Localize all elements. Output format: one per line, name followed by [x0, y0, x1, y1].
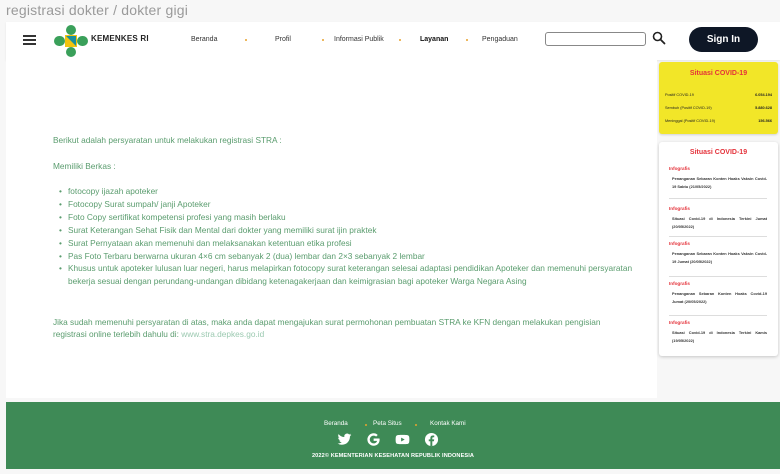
news-category: Infografis	[669, 206, 690, 211]
closing-text: Jika sudah memenuhi persyaratan di atas,…	[53, 316, 633, 340]
footer-separator	[415, 424, 417, 426]
berkas-heading: Memiliki Berkas :	[53, 161, 116, 171]
news-divider	[669, 236, 767, 237]
list-item: Foto Copy sertifikat kompetensi profesi …	[59, 211, 657, 224]
news-headline[interactable]: Penanganan Sebaran Konten Hoaks Vaksin C…	[669, 175, 767, 191]
brand-name: KEMENKES RI	[91, 34, 149, 43]
news-headline[interactable]: Penanganan Sebaran Konten Hoaks Vaksin C…	[669, 250, 767, 266]
footer-link-kontak-kami[interactable]: Kontak Kami	[430, 420, 466, 427]
nav-informasi-publik[interactable]: Informasi Publik	[334, 36, 384, 43]
nav-separator	[399, 39, 401, 41]
list-item: Fotocopy Surat sumpah/ janji Apoteker	[59, 198, 657, 211]
news-category: Infografis	[669, 281, 690, 286]
stat-row: Meninggal (Positif COVID-19) 156.566	[665, 119, 772, 126]
stat-value: 6.054.194	[755, 93, 772, 97]
page-root: registrasi dokter / dokter gigi KEMENKES…	[0, 0, 780, 474]
footer-link-peta-situs[interactable]: Peta Situs	[373, 420, 402, 427]
nav-layanan[interactable]: Layanan	[420, 36, 448, 43]
stat-label: Sembuh (Positif COVID-19)	[665, 106, 712, 110]
covid-news-panel: Situasi COVID-19 Infografis Penanganan S…	[659, 142, 778, 356]
list-item: fotocopy ijazah apoteker	[59, 185, 657, 198]
list-item: Pas Foto Terbaru berwarna ukuran 4×6 cm …	[59, 250, 657, 263]
stat-label: Positif COVID-19	[665, 93, 694, 97]
news-category: Infografis	[669, 320, 690, 325]
news-category: Infografis	[669, 166, 690, 171]
google-icon[interactable]	[366, 432, 381, 447]
news-category: Infografis	[669, 241, 690, 246]
nav-separator	[322, 39, 324, 41]
menu-icon[interactable]	[23, 35, 36, 45]
nav-separator	[466, 39, 468, 41]
sign-in-button[interactable]: Sign In	[689, 27, 758, 52]
nav-profil[interactable]: Profil	[275, 36, 291, 43]
site-footer: Beranda Peta Situs Kontak Kami 2022© KEM…	[6, 402, 780, 469]
youtube-icon[interactable]	[395, 432, 410, 447]
news-item[interactable]: Infografis Situasi Covid-19 di Indonesia…	[669, 206, 767, 231]
news-headline[interactable]: Situasi Covid-19 di Indonesia Terkini Ka…	[669, 329, 767, 345]
stat-value: 156.566	[758, 119, 772, 123]
stat-row: Sembuh (Positif COVID-19) 5.880.628	[665, 106, 772, 113]
stat-row: Positif COVID-19 6.054.194	[665, 93, 772, 100]
news-divider	[669, 315, 767, 316]
list-item: Khusus untuk apoteker lulusan luar neger…	[59, 262, 657, 288]
news-headline[interactable]: Penanganan Sebaran Konten Hoaks Covid-19…	[669, 290, 767, 306]
nav-pengaduan[interactable]: Pengaduan	[482, 36, 518, 43]
stat-value: 5.880.628	[755, 106, 772, 110]
news-panel-title: Situasi COVID-19	[689, 149, 748, 156]
main-content: Berikut adalah persyaratan untuk melakuk…	[6, 60, 657, 398]
facebook-icon[interactable]	[424, 432, 439, 447]
copyright-text: 2022© KEMENTERIAN KESEHATAN REPUBLIK IND…	[311, 453, 475, 459]
nav-separator	[245, 39, 247, 41]
closing-sentence: Jika sudah memenuhi persyaratan di atas,…	[53, 317, 601, 339]
news-headline[interactable]: Situasi Covid-19 di Indonesia Terkini Ju…	[669, 215, 767, 231]
twitter-icon[interactable]	[337, 432, 352, 447]
covid-stats-title: Situasi COVID-19	[689, 70, 748, 77]
top-navbar: KEMENKES RI Beranda Profil Informasi Pub…	[6, 22, 780, 60]
news-divider	[669, 198, 767, 199]
news-item[interactable]: Infografis Situasi Covid-19 di Indonesia…	[669, 320, 767, 345]
intro-text: Berikut adalah persyaratan untuk melakuk…	[53, 135, 282, 145]
list-item: Surat Keterangan Sehat Fisik dan Mental …	[59, 224, 657, 237]
page-title: registrasi dokter / dokter gigi	[6, 2, 189, 18]
search-icon[interactable]	[652, 31, 666, 45]
news-item[interactable]: Infografis Penanganan Sebaran Konten Hoa…	[669, 241, 767, 266]
search-input[interactable]	[545, 32, 646, 46]
kemenkes-logo[interactable]	[54, 25, 88, 57]
stat-label: Meninggal (Positif COVID-19)	[665, 119, 716, 123]
news-item[interactable]: Infografis Penanganan Sebaran Konten Hoa…	[669, 281, 767, 306]
requirements-list: fotocopy ijazah apoteker Fotocopy Surat …	[59, 185, 657, 288]
news-divider	[669, 276, 767, 277]
footer-link-beranda[interactable]: Beranda	[324, 420, 348, 427]
news-item[interactable]: Infografis Penanganan Sebaran Konten Hoa…	[669, 166, 767, 191]
list-item: Surat Pernyataan akan memenuhi dan melak…	[59, 237, 657, 250]
footer-separator	[365, 424, 367, 426]
stra-link[interactable]: www.stra.depkes.go.id	[181, 329, 264, 339]
footer-links: Beranda Peta Situs Kontak Kami	[6, 420, 780, 430]
covid-stats-card[interactable]: Situasi COVID-19 Positif COVID-19 6.054.…	[659, 62, 778, 134]
nav-beranda[interactable]: Beranda	[191, 36, 217, 43]
